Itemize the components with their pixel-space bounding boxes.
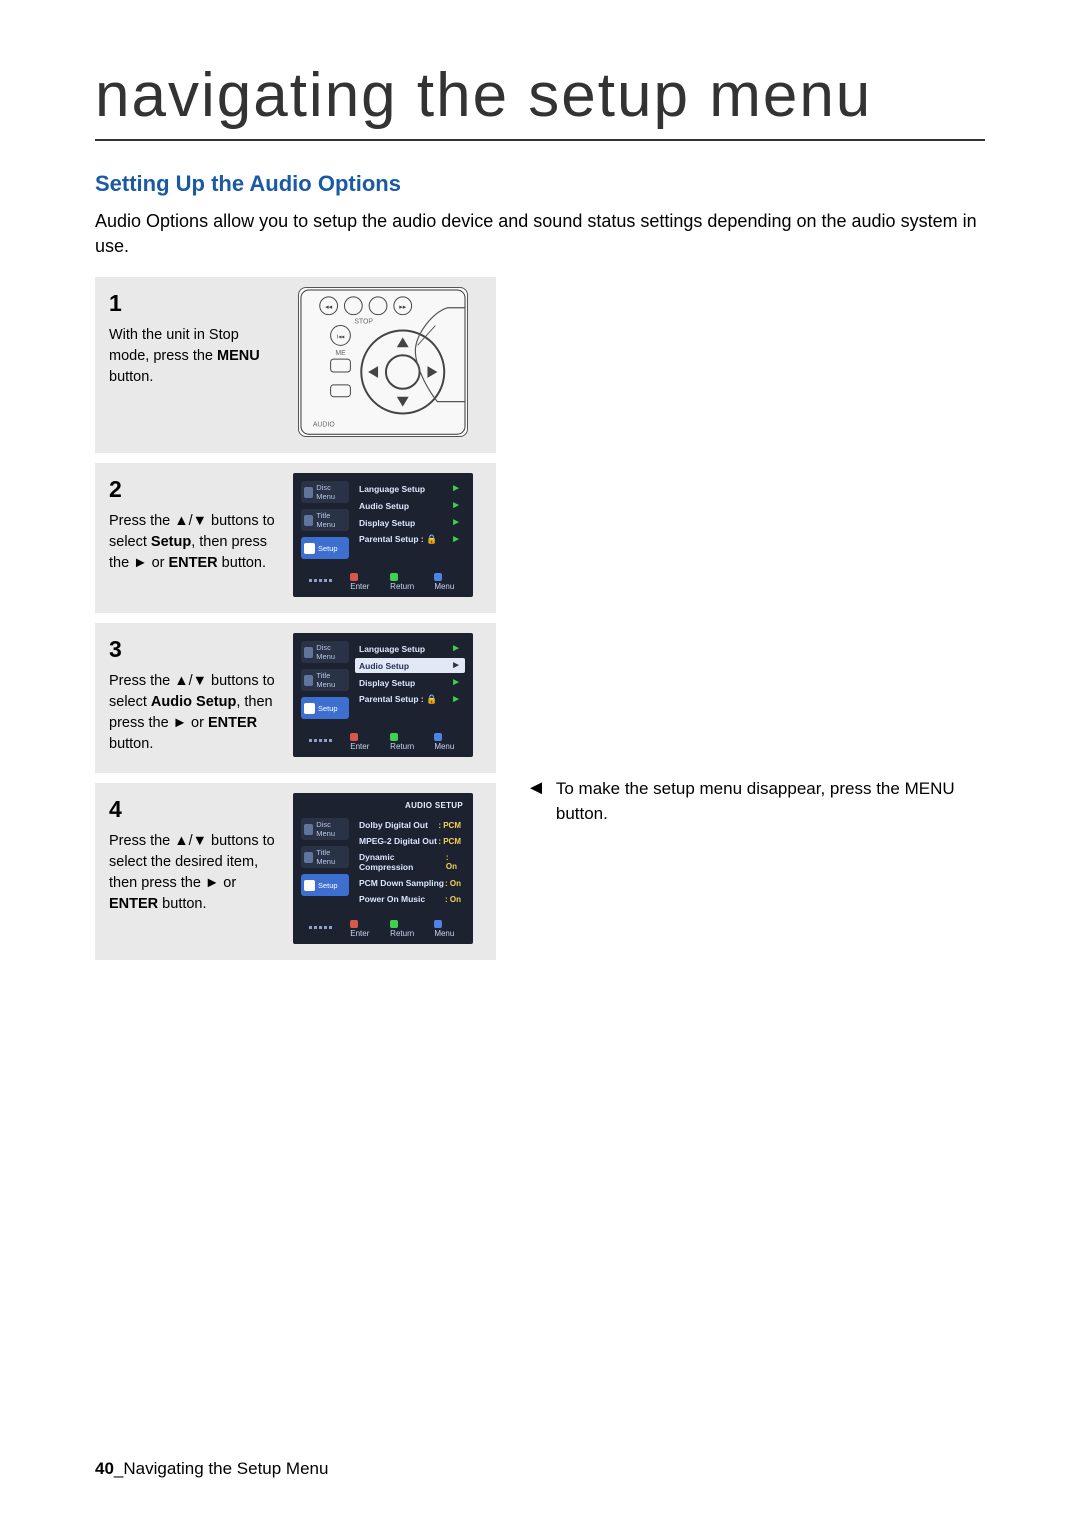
- side-title-menu: Title Menu: [301, 509, 349, 531]
- tip-arrow-icon: ◄: [526, 777, 546, 826]
- step-3: 3 Press the ▲/▼ buttons to select Audio …: [95, 623, 496, 773]
- side-disc-menu: Disc Menu: [301, 481, 349, 503]
- step-number: 4: [109, 793, 277, 826]
- svg-text:AUDIO: AUDIO: [313, 422, 336, 429]
- key-return: Return: [390, 733, 420, 751]
- audio-row-4: Power On Music: On: [355, 892, 465, 906]
- side-setup: Setup: [301, 874, 349, 896]
- step-3-text: 3 Press the ▲/▼ buttons to select Audio …: [109, 633, 277, 757]
- step-4-text: 4 Press the ▲/▼ buttons to select the de…: [109, 793, 277, 944]
- menu-item-language: Language Setup►: [355, 481, 465, 496]
- step-1: 1 With the unit in Stop mode, press the …: [95, 277, 496, 453]
- lock-icon: 🔒: [426, 534, 437, 544]
- key-return: Return: [390, 920, 420, 938]
- menu-item-audio-highlight: Audio Setup►: [355, 658, 465, 673]
- content-row: 1 With the unit in Stop mode, press the …: [95, 277, 985, 970]
- footer-label: _Navigating the Setup Menu: [114, 1459, 329, 1478]
- side-setup: Setup: [301, 697, 349, 719]
- step-2-figure: Disc Menu Title Menu Setup Language Setu…: [293, 473, 473, 597]
- osd-screen-step4: AUDIO SETUP Disc Menu Title Menu Setup D…: [293, 793, 473, 944]
- page-number: 40: [95, 1459, 114, 1478]
- svg-text:I◂◂: I◂◂: [337, 335, 345, 341]
- dots-icon: [301, 926, 340, 929]
- key-enter: Enter: [350, 733, 376, 751]
- side-title-menu: Title Menu: [301, 669, 349, 691]
- intro-paragraph: Audio Options allow you to setup the aud…: [95, 209, 985, 259]
- tip-note: ◄ To make the setup menu disappear, pres…: [526, 777, 985, 826]
- lock-icon: 🔒: [426, 694, 437, 704]
- key-enter: Enter: [350, 920, 376, 938]
- osd-header: AUDIO SETUP: [301, 801, 465, 812]
- osd-screen-step3: Disc Menu Title Menu Setup Language Setu…: [293, 633, 473, 757]
- dots-icon: [301, 579, 340, 582]
- step-body: Press the ▲/▼ buttons to select the desi…: [109, 831, 277, 915]
- page-title: navigating the setup menu: [95, 60, 985, 141]
- section-heading: Setting Up the Audio Options: [95, 171, 985, 197]
- step-number: 2: [109, 473, 277, 506]
- menu-item-display: Display Setup►: [355, 515, 465, 530]
- page-footer: 40_Navigating the Setup Menu: [95, 1459, 328, 1479]
- step-1-text: 1 With the unit in Stop mode, press the …: [109, 287, 277, 437]
- key-return: Return: [390, 573, 420, 591]
- key-menu: Menu: [434, 733, 461, 751]
- stop-label: STOP: [354, 319, 373, 326]
- steps-column: 1 With the unit in Stop mode, press the …: [95, 277, 496, 970]
- svg-text:▸▸: ▸▸: [399, 304, 406, 311]
- osd-screen-step2: Disc Menu Title Menu Setup Language Setu…: [293, 473, 473, 597]
- audio-row-2: Dynamic Compression: On: [355, 850, 465, 874]
- menu-item-language: Language Setup►: [355, 641, 465, 656]
- key-enter: Enter: [350, 573, 376, 591]
- step-body: Press the ▲/▼ buttons to select Audio Se…: [109, 671, 277, 755]
- step-3-figure: Disc Menu Title Menu Setup Language Setu…: [293, 633, 473, 757]
- remote-control-illustration: ◂◂ ▸▸ I◂◂ STOP ME: [298, 287, 468, 437]
- menu-item-display: Display Setup►: [355, 675, 465, 690]
- menu-item-audio: Audio Setup►: [355, 498, 465, 513]
- side-disc-menu: Disc Menu: [301, 818, 349, 840]
- key-menu: Menu: [434, 573, 461, 591]
- page: navigating the setup menu Setting Up the…: [0, 0, 1080, 1527]
- audio-row-1: MPEG-2 Digital Out: PCM: [355, 834, 465, 848]
- key-menu: Menu: [434, 920, 461, 938]
- audio-row-3: PCM Down Sampling: On: [355, 876, 465, 890]
- side-title-menu: Title Menu: [301, 846, 349, 868]
- step-body: Press the ▲/▼ buttons to select Setup, t…: [109, 511, 277, 574]
- side-setup: Setup: [301, 537, 349, 559]
- step-number: 1: [109, 287, 277, 320]
- step-1-figure: ◂◂ ▸▸ I◂◂ STOP ME: [293, 287, 473, 437]
- step-2-text: 2 Press the ▲/▼ buttons to select Setup,…: [109, 473, 277, 597]
- step-2: 2 Press the ▲/▼ buttons to select Setup,…: [95, 463, 496, 613]
- tip-text: To make the setup menu disappear, press …: [556, 777, 985, 826]
- svg-text:ME: ME: [335, 351, 346, 358]
- step-4: 4 Press the ▲/▼ buttons to select the de…: [95, 783, 496, 960]
- step-body: With the unit in Stop mode, press the ME…: [109, 325, 277, 388]
- menu-item-parental: Parental Setup : 🔒►: [355, 692, 465, 707]
- step-4-figure: AUDIO SETUP Disc Menu Title Menu Setup D…: [293, 793, 473, 944]
- step-number: 3: [109, 633, 277, 666]
- menu-item-parental: Parental Setup : 🔒►: [355, 532, 465, 547]
- side-disc-menu: Disc Menu: [301, 641, 349, 663]
- svg-text:◂◂: ◂◂: [325, 304, 332, 311]
- audio-row-0: Dolby Digital Out: PCM: [355, 818, 465, 832]
- dots-icon: [301, 739, 340, 742]
